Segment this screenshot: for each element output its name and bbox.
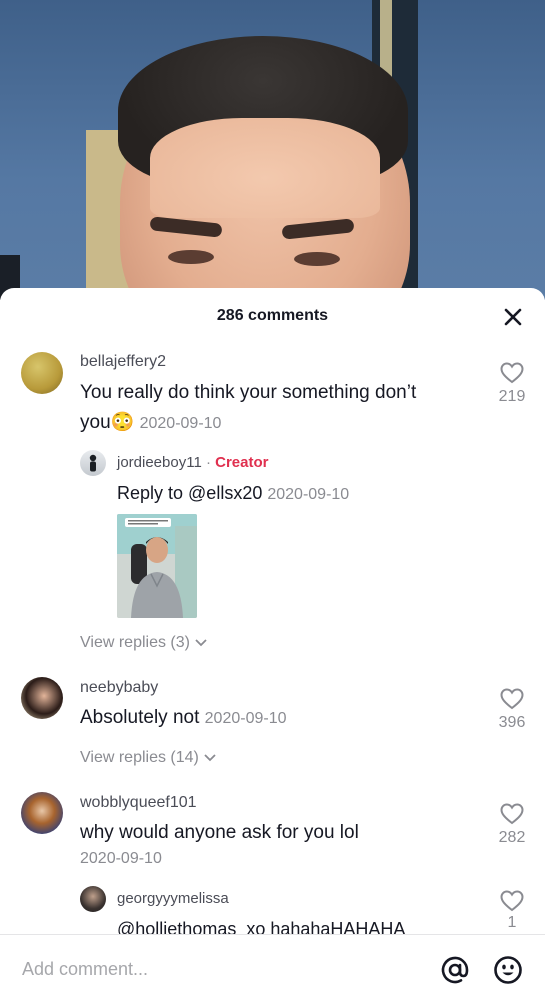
comment-text-continued: you [80,412,111,433]
reply-text-row: Reply to @ellsx20 2020-09-10 [117,478,349,510]
comment-text: Absolutely not [80,707,200,728]
comment-username[interactable]: bellajeffery2 [80,353,166,371]
like-button[interactable]: 219 [492,362,532,406]
like-button[interactable]: 396 [492,688,532,732]
view-replies-button[interactable]: View replies (3) [80,634,208,652]
mention-button[interactable] [440,955,470,985]
person-forehead [150,118,380,218]
reply-text: Reply to @ellsx20 [117,483,263,503]
chevron-down-icon [204,754,216,762]
comment-text-row: Absolutely not 2020-09-10 [80,703,286,734]
like-button[interactable]: 1 [492,890,532,932]
comment-text: @holliethomas_xo hahahaHAHAHA [117,919,406,934]
comment-username[interactable]: wobblyqueef101 [80,794,197,812]
add-comment-input[interactable] [20,953,414,985]
close-button[interactable] [500,304,526,330]
comment-date: 2020-09-10 [80,850,162,867]
avatar[interactable] [80,450,106,476]
right-eye [294,252,340,266]
comment-text-line: You really do think your something don’t [80,382,417,403]
comment-item: georgyyymelissa @holliethomas_xo hahahaH… [0,878,545,934]
comment-text: You really do think your something don’t… [80,378,480,439]
avatar[interactable] [21,677,63,719]
comment-date: 2020-09-10 [139,415,222,432]
left-eye [168,250,214,264]
view-replies-label: View replies (3) [80,634,190,651]
heart-icon [500,890,524,912]
video-background[interactable] [0,0,545,300]
comment-text: why would anyone ask for you lol [80,822,359,843]
view-replies-button[interactable]: View replies (14) [80,749,217,767]
close-icon [504,308,522,326]
smiley-icon [494,956,522,984]
comment-date: 2020-09-10 [204,710,287,727]
view-replies-label: View replies (14) [80,749,199,766]
like-count: 396 [498,714,526,731]
like-button[interactable]: 282 [492,803,532,847]
avatar[interactable] [21,792,63,834]
heart-icon [500,362,524,384]
reply-date: 2020-09-10 [267,486,350,503]
comments-header: 286 comments [0,288,545,344]
avatar[interactable] [80,886,106,912]
separator: · [205,454,211,471]
comment-username[interactable]: georgyyymelissa [117,890,229,907]
heart-icon [500,688,524,710]
comments-sheet: 286 comments bellajeffery2 You really do… [0,288,545,1000]
comment-username[interactable]: neebybaby [80,679,158,697]
like-count: 282 [498,829,526,846]
comment-count: 286 comments [216,307,329,324]
heart-icon [500,803,524,825]
like-count: 1 [507,914,517,931]
avatar[interactable] [21,352,63,394]
chevron-down-icon [195,639,208,647]
reply-username[interactable]: jordieeboy11 [117,454,202,471]
person-silhouette-icon [89,454,97,472]
comment-text-line-2: you😳 2020-09-10 [80,408,480,439]
like-count: 219 [498,388,526,405]
video-thumbnail-image [117,514,197,618]
reply-video-thumbnail[interactable] [117,514,197,618]
reply-username-row: jordieeboy11 · Creator [117,454,269,471]
at-sign-icon [441,956,469,984]
emoji-button[interactable] [493,955,523,985]
comment-input-bar [0,934,545,1001]
creator-badge: Creator [215,454,269,471]
flushed-emoji-icon: 😳 [110,412,135,433]
